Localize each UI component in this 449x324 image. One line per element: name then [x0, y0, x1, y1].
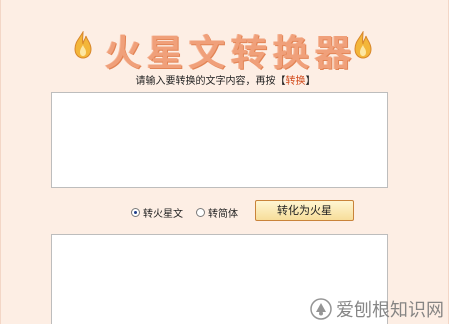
watermark-logo-icon	[310, 298, 332, 320]
watermark-text: 爱刨根知识网	[336, 300, 444, 321]
instruction-highlight: 转换	[285, 76, 306, 87]
radio-simplified[interactable]: 转简体	[196, 205, 238, 220]
header: 火星文转换器	[1, 14, 449, 76]
converter-panel: 火星文转换器 请输入要转换的文字内容，再按【转换】 转火星文 转简体 转化为火星…	[0, 0, 449, 324]
instruction-prefix: 请输入要转换的文字内容，再按【	[135, 76, 286, 87]
flame-icon	[74, 31, 92, 59]
instruction-suffix: 】	[305, 76, 316, 87]
flame-icon	[354, 31, 372, 59]
conversion-options: 转火星文 转简体 转化为火星	[1, 200, 449, 224]
input-textarea[interactable]	[51, 92, 388, 188]
radio-mars-indicator[interactable]	[131, 208, 140, 217]
radio-mars[interactable]: 转火星文	[131, 205, 183, 220]
radio-simplified-label: 转简体	[208, 209, 238, 220]
radio-mars-label: 转火星文	[143, 209, 183, 220]
page-title: 火星文转换器	[105, 33, 358, 74]
convert-button[interactable]: 转化为火星	[255, 200, 354, 221]
instruction-text: 请输入要转换的文字内容，再按【转换】	[1, 72, 449, 87]
radio-simplified-indicator[interactable]	[196, 208, 205, 217]
watermark: 爱刨根知识网	[310, 296, 444, 322]
